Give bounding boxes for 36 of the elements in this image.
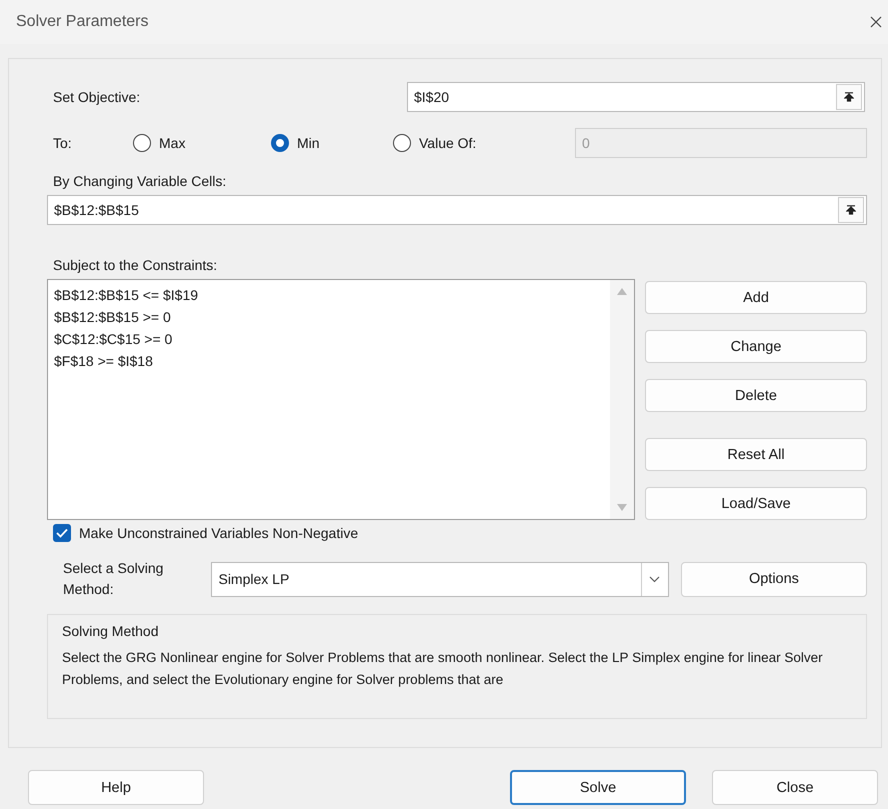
dialog-button[interactable]: Change bbox=[645, 330, 867, 363]
constraint-item[interactable]: $B$12:$B$15 >= 0 bbox=[54, 306, 171, 328]
constraint-item[interactable]: $F$18 >= $I$18 bbox=[54, 350, 153, 372]
radio-option[interactable]: Max bbox=[133, 134, 271, 152]
checkmark-icon bbox=[56, 528, 68, 538]
field-label: Subject to the Constraints: bbox=[53, 257, 218, 273]
collapse-button[interactable] bbox=[836, 84, 862, 110]
radio-option[interactable]: Min bbox=[271, 134, 393, 152]
objective-field[interactable]: $I$20 bbox=[407, 82, 865, 112]
dialog-button[interactable]: Solve bbox=[510, 770, 686, 805]
options-button[interactable]: Options bbox=[680, 562, 867, 596]
chevron-down-icon bbox=[649, 576, 660, 582]
field-label: Select a Solving Method: bbox=[63, 559, 164, 599]
dialog-button[interactable]: Reset All bbox=[645, 438, 867, 471]
variable-cells-field[interactable]: $B$12:$B$15 bbox=[47, 195, 867, 225]
dialog-button[interactable]: Close bbox=[712, 770, 878, 805]
field-label: To: bbox=[53, 135, 73, 151]
constraints-list[interactable]: $B$12:$B$15 <= $I$19 $B$12:$B$15 >= 0 $C$12:$C$15 >= 0 $F$18 >= $I$18 bbox=[47, 279, 635, 520]
radio-option[interactable]: Value Of: bbox=[393, 134, 575, 152]
method-dropdown[interactable]: Simplex LP bbox=[211, 562, 669, 596]
dialog-button[interactable]: Help bbox=[28, 770, 204, 805]
dialog-button[interactable]: Add bbox=[645, 281, 867, 314]
collapse-button[interactable] bbox=[838, 197, 864, 223]
description-text: Select the GRG Nonlinear engine for Solver Problems that are smooth nonlinear. Select the LP Simplex engine for linear Solver Problems, and select the Evolutionary engine for Solver problems that are bbox=[62, 649, 824, 689]
field-label: By Changing Variable Cells: bbox=[53, 173, 228, 189]
upload-arrow-icon bbox=[844, 92, 854, 102]
checkbox-option[interactable]: Make Unconstrained Variables Non-Negative bbox=[53, 524, 358, 542]
dialog-button[interactable]: Delete bbox=[645, 379, 867, 412]
window-title: Solver Parameters bbox=[16, 13, 148, 31]
dialog-button[interactable]: Load/Save bbox=[645, 487, 867, 520]
upload-arrow-icon bbox=[846, 204, 856, 216]
constraint-item[interactable]: $B$12:$B$15 <= $I$19 bbox=[54, 284, 198, 306]
close-icon[interactable] bbox=[870, 16, 882, 28]
constraint-item[interactable]: $C$12:$C$15 >= 0 bbox=[54, 328, 172, 350]
field-label: Set Objective: bbox=[53, 89, 142, 105]
description-title: Solving Method bbox=[62, 623, 159, 639]
